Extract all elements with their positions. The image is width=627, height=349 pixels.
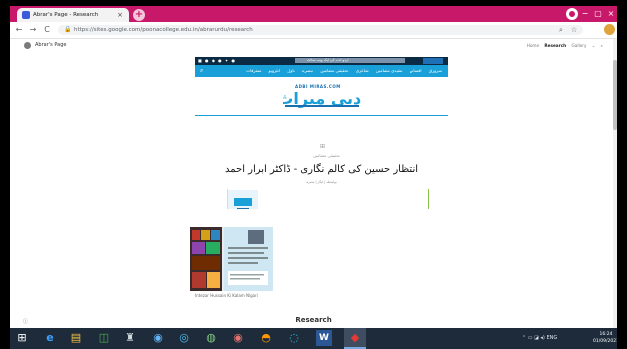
record-icon[interactable] (566, 8, 578, 20)
page-viewport: Abrar's Page Home Research Gallery ⌄ ⌕ ■… (10, 39, 617, 328)
file-explorer-icon[interactable]: ▤ (68, 330, 84, 346)
embed-nav-item[interactable]: انٹرویو (269, 68, 280, 73)
forward-button[interactable]: → (28, 22, 38, 38)
post-title[interactable]: انتظار حسین کی کالم نگاری - ڈاکٹر ابرار … (215, 163, 428, 177)
photo-text-line (228, 247, 268, 249)
embed-nav-item[interactable]: ناول (287, 68, 295, 73)
photo-tile (211, 230, 220, 240)
embedded-webpage: ■ ● ◆ ● ✦ ● اردو ادب کی ایک ویب سائٹ ⌕ س… (195, 57, 448, 209)
embed-nav-items: سرورق افسانے تنقیدی مضامین شاعری تحقیقی … (240, 65, 442, 77)
app-icon[interactable]: ◉ (150, 330, 166, 346)
reload-button[interactable]: C (42, 22, 52, 38)
nav-research[interactable]: Research (544, 43, 566, 48)
embed-nav-item[interactable]: افسانے (410, 68, 422, 73)
thumb-mark (234, 198, 252, 206)
nav-home[interactable]: Home (527, 43, 539, 48)
site-navigation: Home Research Gallery ⌄ ⌕ (523, 41, 603, 50)
embed-nav-item[interactable]: تحقیقی مضامین (320, 68, 348, 73)
photo-tile (206, 242, 220, 254)
photo-tile (201, 230, 210, 240)
maximize-button[interactable]: ▢ (591, 6, 605, 22)
start-icon[interactable]: ⊞ (14, 330, 30, 346)
profile-avatar[interactable] (604, 24, 615, 35)
bookmark-star-icon[interactable]: ☆ (568, 24, 580, 36)
screen-border (617, 0, 627, 349)
edge-icon[interactable]: e (42, 330, 58, 346)
minimize-button[interactable]: − (578, 6, 592, 22)
zoom-icon[interactable]: ⌕ (555, 24, 567, 36)
photo-portrait (248, 230, 264, 244)
embed-badge[interactable] (423, 58, 443, 64)
embed-tagline: اردو ادب کی ایک ویب سائٹ (307, 58, 349, 62)
embed-nav-item[interactable]: تبصرے (302, 68, 313, 73)
section-title: Research (295, 316, 332, 324)
photo-text-line (228, 262, 258, 264)
firefox-icon[interactable]: ◓ (258, 330, 274, 346)
post-format-icon: ⊞ (320, 143, 326, 150)
address-bar[interactable]: 🔒 https://sites.google.com/poonacollege.… (58, 25, 583, 35)
embed-search-icon[interactable]: ⌕ (200, 65, 203, 77)
app-icon[interactable]: ◎ (176, 330, 192, 346)
embed-nav-item[interactable]: تنقیدی مضامین (376, 68, 402, 73)
embed-nav-bar: ⌕ سرورق افسانے تنقیدی مضامین شاعری تحقیق… (195, 65, 448, 77)
lock-icon: 🔒 (64, 26, 72, 33)
embed-divider (195, 115, 448, 116)
book-cover-photo[interactable] (190, 227, 273, 291)
logo-underline (285, 105, 359, 107)
back-button[interactable]: ← (14, 22, 24, 38)
new-tab-button[interactable]: + (133, 9, 145, 21)
photo-text-line (230, 274, 264, 276)
photo-tile (192, 242, 205, 254)
system-tray[interactable]: ⌃ ▭ ◪ ◂) ENG (522, 328, 557, 349)
active-app-slot[interactable]: ◆ (344, 328, 366, 349)
browser-toolbar: ← → C 🔒 https://sites.google.com/poonaco… (10, 22, 626, 39)
app-icon[interactable]: ◍ (203, 330, 219, 346)
chrome-icon[interactable]: ◆ (347, 330, 363, 346)
site-name[interactable]: Abrar's Page (35, 41, 66, 50)
nav-more-icon[interactable]: ⌄ (592, 43, 596, 48)
edge-new-icon[interactable]: ◌ (286, 330, 302, 346)
embed-nav-item[interactable]: سرورق (429, 68, 442, 73)
thumb-mark (237, 208, 249, 209)
photo-tile (192, 256, 220, 270)
post-meta: بواسطہ | ٹیگز | تبصرہ (306, 180, 337, 184)
windows-taskbar: ⊞ e ▤ ◫ ♜ ◉ ◎ ◍ ◉ ◓ ◌ W ◆ ⌃ ▭ ◪ ◂) ENG 1… (10, 328, 619, 349)
embed-topbar: ■ ● ◆ ● ✦ ● اردو ادب کی ایک ویب سائٹ (195, 57, 448, 65)
post-thumbnail[interactable] (228, 190, 258, 209)
url-text[interactable]: https://sites.google.com/poonacollege.ed… (74, 25, 253, 35)
tab-title: Abrar's Page - Research (33, 12, 99, 18)
logo-urdu[interactable]: ادبی میراث (283, 87, 361, 109)
nav-gallery[interactable]: Gallery (572, 43, 587, 48)
photo-text-line (228, 252, 264, 254)
photo-text-line (228, 257, 268, 259)
browser-tab[interactable]: Abrar's Page - Research × (17, 8, 129, 22)
photo-tile (192, 272, 206, 288)
photo-tile (207, 272, 220, 288)
photo-caption: Intezar Hussain Ki Kalam Nigari (195, 293, 258, 298)
post-category[interactable]: تحقیقی مضامین (313, 153, 340, 159)
photo-text-line (230, 278, 260, 280)
chess-icon[interactable]: ♜ (122, 330, 138, 346)
word-icon[interactable]: W (316, 330, 332, 346)
app-icon[interactable]: ◉ (230, 330, 246, 346)
site-search-icon[interactable]: ⌕ (601, 43, 603, 48)
embed-nav-item[interactable]: متفرقات (246, 68, 261, 73)
photo-tile (192, 230, 200, 240)
close-window-button[interactable]: × (604, 6, 618, 22)
site-favicon-icon (22, 11, 30, 19)
social-icons[interactable]: ■ ● ◆ ● ✦ ● (198, 58, 236, 64)
embed-nav-item[interactable]: شاعری (356, 68, 369, 73)
store-icon[interactable]: ◫ (96, 330, 112, 346)
site-logo-icon[interactable] (24, 42, 31, 49)
tab-close-icon[interactable]: × (117, 9, 123, 21)
